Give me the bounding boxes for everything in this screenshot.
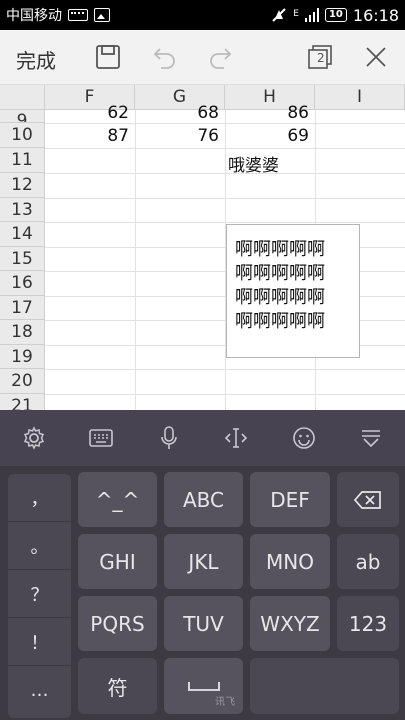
text-box-line: 啊啊啊啊啊: [235, 239, 325, 260]
symbol-column[interactable]: ， 。 ？ ！ …: [8, 474, 71, 718]
image-notification-icon: [94, 8, 110, 22]
microphone-icon: [160, 426, 177, 449]
ime-brand-label: 讯飞: [215, 697, 235, 708]
row-header-17[interactable]: 17: [0, 296, 45, 320]
symbol-comma[interactable]: ，: [8, 474, 71, 522]
grid-line: [135, 110, 136, 410]
symbol-ellipsis[interactable]: …: [8, 666, 71, 714]
redo-button[interactable]: [205, 42, 235, 72]
row-header-12[interactable]: 12: [0, 173, 45, 198]
space-icon: [187, 682, 220, 691]
cell-h10[interactable]: 69: [225, 126, 315, 146]
cell-h9[interactable]: 86: [225, 103, 315, 123]
row-header-20[interactable]: 20: [0, 369, 45, 394]
backspace-icon: [353, 490, 381, 509]
keyboard-settings-button[interactable]: [19, 423, 49, 453]
save-button[interactable]: [93, 42, 123, 72]
space-key[interactable]: 讯飞: [164, 658, 243, 714]
keyboard-icon: [89, 429, 114, 447]
undo-button[interactable]: [150, 42, 180, 72]
row-header-16[interactable]: 16: [0, 271, 45, 296]
text-box-line: 啊啊啊啊啊: [235, 311, 325, 332]
collapse-icon: [362, 430, 381, 448]
row-header-13[interactable]: 13: [0, 198, 45, 222]
cell-g10[interactable]: 76: [135, 126, 225, 146]
corner-cell[interactable]: [0, 85, 45, 110]
text-box-line: 啊啊啊啊啊: [235, 287, 325, 308]
done-button[interactable]: 完成: [16, 45, 56, 74]
cursor-move-icon: [225, 428, 248, 448]
clock: 16:18: [352, 5, 399, 25]
key-abc[interactable]: ABC: [164, 472, 243, 527]
sheets-button[interactable]: 2: [305, 42, 335, 72]
text-box[interactable]: 啊啊啊啊啊 啊啊啊啊啊 啊啊啊啊啊 啊啊啊啊啊: [226, 224, 360, 358]
smiley-icon: [292, 427, 315, 449]
spreadsheet[interactable]: F G H I 9 10 11 12 13 14 15 16 17 18 19 …: [0, 85, 405, 410]
backspace-key[interactable]: [337, 472, 399, 527]
row-header-19[interactable]: 19: [0, 345, 45, 369]
text-box-line: 啊啊啊啊啊: [235, 263, 325, 284]
symbol-question[interactable]: ？: [8, 570, 71, 618]
row-header-14[interactable]: 14: [0, 222, 45, 247]
cell-f9[interactable]: 62: [45, 103, 135, 123]
redo-icon: [210, 48, 232, 69]
column-header-i[interactable]: I: [315, 85, 405, 110]
key-mno[interactable]: MNO: [250, 534, 330, 589]
cell-h11[interactable]: 哦婆婆: [226, 151, 326, 176]
key-tuv[interactable]: TUV: [164, 596, 243, 651]
undo-icon: [153, 48, 175, 69]
close-button[interactable]: [361, 42, 391, 72]
row-header-18[interactable]: 18: [0, 320, 45, 345]
emoji-button[interactable]: [289, 423, 319, 453]
status-bar: 中国移动 E 10 16:18: [0, 0, 405, 30]
mute-icon: [272, 8, 286, 22]
sheets-count: 2: [317, 51, 325, 65]
key-symbols[interactable]: 符: [78, 658, 157, 714]
symbol-period[interactable]: 。: [8, 522, 71, 570]
signal-icon: [304, 8, 319, 22]
key-pqrs[interactable]: PQRS: [78, 596, 157, 651]
cursor-control-button[interactable]: [221, 423, 251, 453]
row-header-10[interactable]: 10: [0, 123, 45, 148]
cell-f10[interactable]: 87: [45, 126, 135, 146]
key-ghi[interactable]: GHI: [78, 534, 157, 589]
cell-g9[interactable]: 68: [135, 103, 225, 123]
row-header-9[interactable]: 9: [0, 110, 45, 123]
key-emoticon[interactable]: ^_^: [78, 472, 157, 527]
enter-key[interactable]: [250, 658, 399, 714]
row-header-15[interactable]: 15: [0, 247, 45, 271]
row-header-11[interactable]: 11: [0, 148, 45, 173]
carrier-name: 中国移动: [6, 8, 62, 24]
keyboard-toolbar: [0, 410, 405, 466]
save-icon: [96, 45, 120, 69]
keyboard-switch-button[interactable]: [86, 423, 116, 453]
battery-icon: 10: [324, 8, 347, 22]
close-icon: [366, 47, 386, 67]
key-def[interactable]: DEF: [250, 472, 330, 527]
gear-icon: [23, 426, 44, 450]
ime-keyboard: ， 。 ？ ！ … ^_^ ABC DEF GHI JKL MNO ab PQR…: [0, 410, 405, 720]
hide-keyboard-button[interactable]: [356, 423, 386, 453]
key-jkl[interactable]: JKL: [164, 534, 243, 589]
keyboard-notification-icon: [68, 9, 88, 21]
key-mode-ab[interactable]: ab: [337, 534, 399, 589]
voice-input-button[interactable]: [154, 423, 184, 453]
key-wxyz[interactable]: WXYZ: [250, 596, 330, 651]
key-numbers[interactable]: 123: [337, 596, 399, 651]
network-type: E: [293, 8, 299, 19]
edit-toolbar: 完成 2: [0, 30, 405, 85]
symbol-exclamation[interactable]: ！: [8, 618, 71, 666]
row-header-21[interactable]: 21: [0, 394, 45, 410]
